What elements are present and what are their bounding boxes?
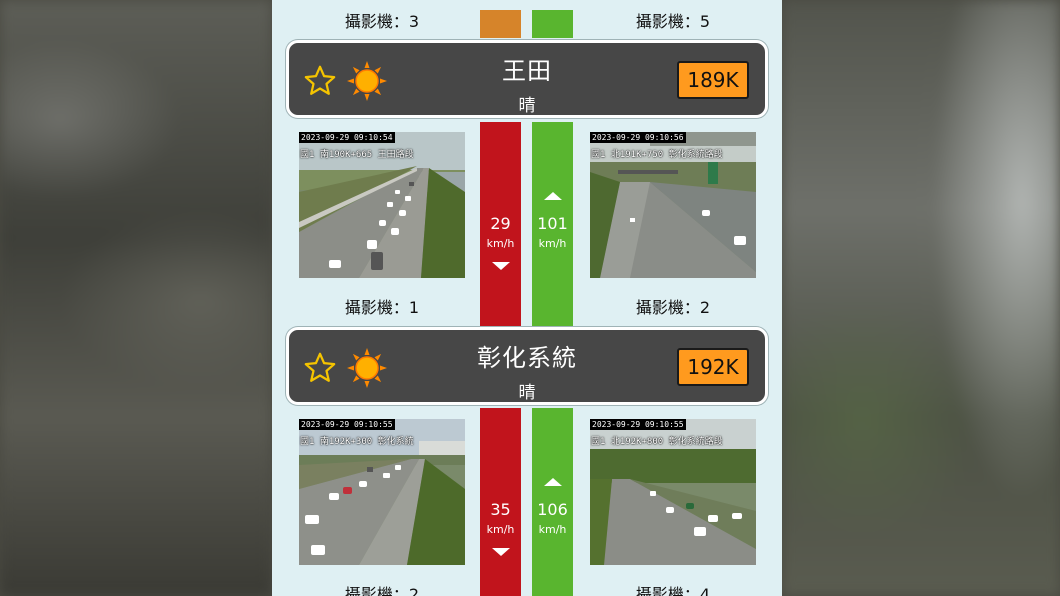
station-card-wangtian[interactable]: 王田 晴 189K bbox=[286, 40, 768, 118]
speed-unit: km/h bbox=[538, 523, 567, 536]
speed-unit: km/h bbox=[486, 523, 515, 536]
camera-label: 攝影機：5 bbox=[635, 12, 711, 31]
camera-label: 攝影機：3 bbox=[344, 12, 420, 31]
camera-thumbnail-north[interactable]: 2023-09-29 09:10:56 國1 北191K+750 彰化系統路段 bbox=[590, 132, 756, 278]
camera-label: 攝影機：2 bbox=[344, 585, 420, 596]
arrow-down-icon bbox=[491, 548, 510, 556]
background-blur-right bbox=[782, 0, 1060, 596]
speed-value: 106 bbox=[537, 500, 568, 519]
camera-label: 攝影機：4 bbox=[635, 585, 711, 596]
camera-label: 攝影機：1 bbox=[344, 298, 420, 317]
camera-location: 國1 北192K+800 彰化系統路段 bbox=[591, 437, 723, 447]
camera-timestamp: 2023-09-29 09:10:54 bbox=[299, 132, 395, 143]
speed-unit: km/h bbox=[538, 237, 567, 250]
southbound-speed: 29 km/h bbox=[480, 214, 521, 270]
km-badge: 189K bbox=[677, 61, 749, 99]
camera-location: 國1 北191K+750 彰化系統路段 bbox=[591, 150, 723, 160]
northbound-speed: 101 km/h bbox=[532, 192, 573, 250]
arrow-down-icon bbox=[491, 262, 510, 270]
camera-timestamp: 2023-09-29 09:10:55 bbox=[590, 419, 686, 430]
speed-value: 29 bbox=[490, 214, 511, 233]
km-badge: 192K bbox=[677, 348, 749, 386]
camera-thumbnail-south[interactable]: 2023-09-29 09:10:55 國1 南192K+300 彰化系統 bbox=[299, 419, 465, 565]
speed-unit: km/h bbox=[486, 237, 515, 250]
arrow-up-icon bbox=[543, 478, 562, 486]
camera-label: 攝影機：2 bbox=[635, 298, 711, 317]
camera-timestamp: 2023-09-29 09:10:56 bbox=[590, 132, 686, 143]
arrow-up-icon bbox=[543, 192, 562, 200]
camera-location: 國1 南192K+300 彰化系統 bbox=[300, 437, 414, 447]
background-blur-left bbox=[0, 0, 272, 596]
traffic-app-screen: 攝影機：3 攝影機：5 王田 晴 189K 2023-09-29 09:10:5… bbox=[272, 0, 782, 596]
camera-thumbnail-south[interactable]: 2023-09-29 09:10:54 國1 南190K+665 王田路段 bbox=[299, 132, 465, 278]
southbound-slow-segment bbox=[480, 10, 521, 38]
camera-thumbnail-north[interactable]: 2023-09-29 09:10:55 國1 北192K+800 彰化系統路段 bbox=[590, 419, 756, 565]
camera-timestamp: 2023-09-29 09:10:55 bbox=[299, 419, 395, 430]
camera-location: 國1 南190K+665 王田路段 bbox=[300, 150, 414, 160]
station-card-changhua-system[interactable]: 彰化系統 晴 192K bbox=[286, 327, 768, 405]
northbound-speed: 106 km/h bbox=[532, 478, 573, 536]
northbound-free-segment bbox=[532, 10, 573, 38]
speed-value: 35 bbox=[490, 500, 511, 519]
southbound-speed: 35 km/h bbox=[480, 500, 521, 556]
speed-value: 101 bbox=[537, 214, 568, 233]
